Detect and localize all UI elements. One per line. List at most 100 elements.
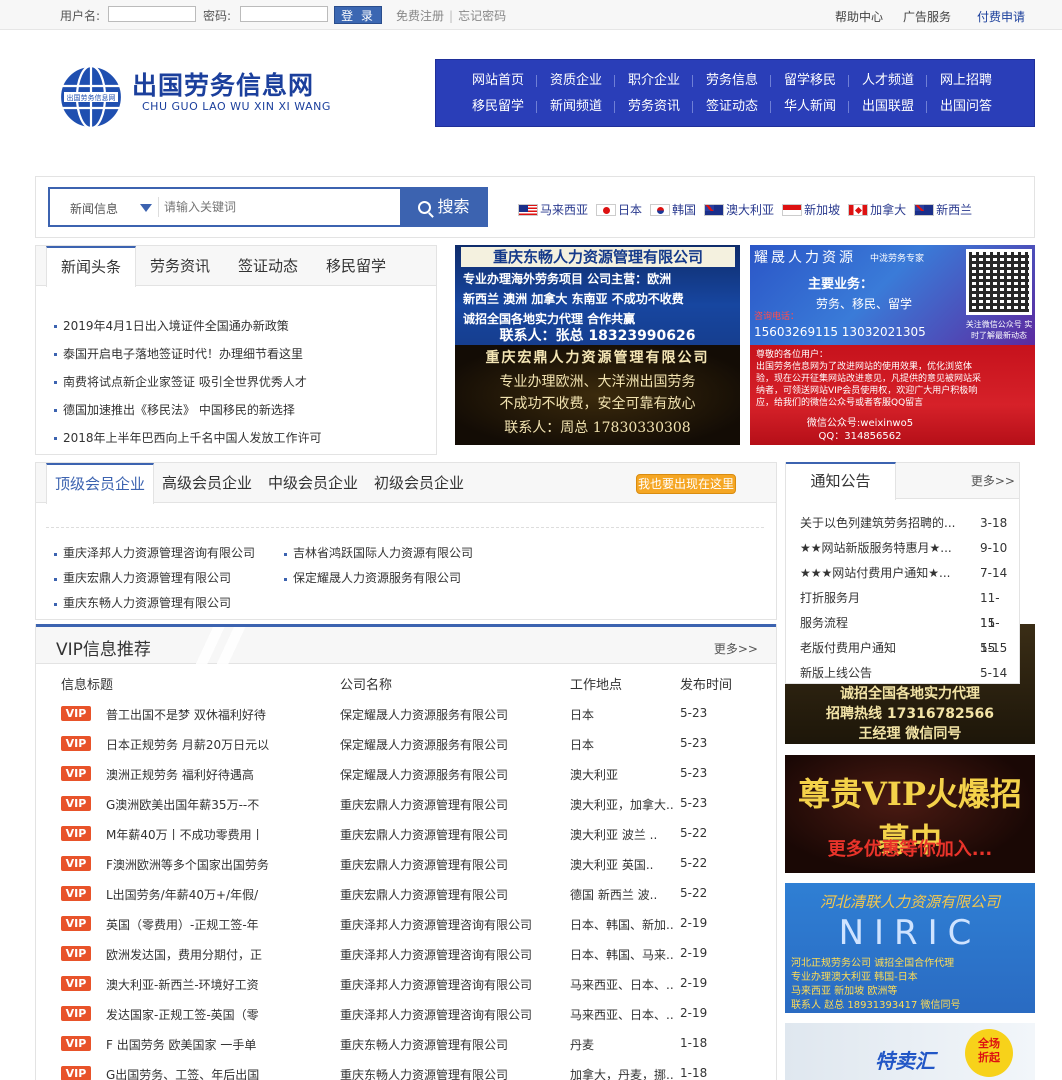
vip-row-company[interactable]: 保定耀晟人力资源服务有限公司: [340, 736, 550, 753]
vip-row-company[interactable]: 重庆宏鼎人力资源管理有限公司: [340, 826, 550, 843]
flag-link-australia[interactable]: 澳大利亚: [704, 201, 774, 218]
vip-row-title[interactable]: L出国劳务/年薪40万+/年假/: [106, 886, 306, 903]
tab-mid-members[interactable]: 中级会员企业: [260, 463, 366, 502]
notice-item[interactable]: 老版付费用户通知 5-15: [800, 636, 1010, 661]
vip-row-title[interactable]: F 出国劳务 欧美国家 一手单: [106, 1036, 306, 1053]
vip-row-company[interactable]: 重庆东畅人力资源管理有限公司: [340, 1066, 550, 1080]
vip-row-company[interactable]: 重庆宏鼎人力资源管理有限公司: [340, 856, 550, 873]
vip-more-link[interactable]: 更多>>: [714, 640, 758, 657]
nav-item[interactable]: 新闻频道: [537, 94, 615, 120]
nav-item[interactable]: 出国问答: [927, 94, 1005, 120]
flag-link-japan[interactable]: 日本: [596, 201, 642, 218]
search-category-select[interactable]: 新闻信息: [70, 200, 118, 217]
vip-row-company[interactable]: 重庆泽邦人力资源管理咨询有限公司: [340, 1006, 550, 1023]
notice-item[interactable]: ★★★网站付费用户通知★... 7-14: [800, 561, 1010, 586]
search-input[interactable]: [164, 195, 394, 219]
vip-row-company[interactable]: 重庆宏鼎人力资源管理有限公司: [340, 796, 550, 813]
nav-item[interactable]: 资质企业: [537, 68, 615, 94]
tab-news-headlines[interactable]: 新闻头条: [46, 246, 137, 287]
nav-item[interactable]: 网站首页: [459, 68, 537, 94]
flag-link-new-zealand[interactable]: 新西兰: [914, 201, 972, 218]
vip-row-title[interactable]: 欧洲发达国，费用分期付，正: [106, 946, 306, 963]
ad-hebei-qinglian[interactable]: 河北清联人力资源有限公司 NIRIC 河北正规劳务公司 诚招全国合作代理 专业办…: [785, 883, 1035, 1013]
vip-row-title[interactable]: G出国劳务、工签、年后出国: [106, 1066, 306, 1080]
notice-item[interactable]: 打折服务月 11-15: [800, 586, 1010, 630]
vip-row-title[interactable]: M年薪40万丨不成功零费用丨: [106, 826, 306, 843]
table-row[interactable]: VIP 澳洲正规劳务 福利好待遇高 保定耀晟人力资源服务有限公司 澳大利亚 5-23: [36, 758, 776, 788]
member-company-link[interactable]: 重庆宏鼎人力资源管理有限公司: [54, 566, 255, 591]
logo-globe-icon[interactable]: 出国劳务信息网: [58, 64, 124, 130]
flag-link-canada[interactable]: 加拿大: [848, 201, 906, 218]
table-row[interactable]: VIP 欧洲发达国，费用分期付，正 重庆泽邦人力资源管理咨询有限公司 日本、韩国、马来…: [36, 938, 776, 968]
paid-apply-link[interactable]: 付费申请: [977, 8, 1025, 25]
chevron-down-icon[interactable]: [140, 204, 152, 212]
table-row[interactable]: VIP 普工出国不是梦 双休福利好待 保定耀晟人力资源服务有限公司 日本 5-23: [36, 698, 776, 728]
news-item[interactable]: 德国加速推出《移民法》 中国移民的新选择: [54, 396, 322, 424]
news-item[interactable]: 2019年4月1日出入境证件全国通办新政策: [54, 312, 322, 340]
ad-banner-dongchang[interactable]: 重庆东畅人力资源管理有限公司 专业办理海外劳务项目 公司主营：欧洲 新西兰 澳洲…: [455, 245, 740, 345]
tab-immigration-study[interactable]: 移民留学: [312, 246, 400, 285]
vip-row-company[interactable]: 重庆泽邦人力资源管理咨询有限公司: [340, 976, 550, 993]
ad-vip-recruit[interactable]: 尊贵VIP火爆招募中 更多优惠等你加入...: [785, 755, 1035, 873]
table-row[interactable]: VIP F澳洲欧洲等多个国家出国劳务 重庆宏鼎人力资源管理有限公司 澳大利亚 英国..…: [36, 848, 776, 878]
ad-banner-feedback[interactable]: 尊敬的各位用户： 出国劳务信息网为了改进网站的使用效果，优化浏览体验，现在公开征…: [750, 345, 1035, 445]
table-row[interactable]: VIP G澳洲欧美出国年薪35万--不 重庆宏鼎人力资源管理有限公司 澳大利亚，加拿大…: [36, 788, 776, 818]
flag-link-singapore[interactable]: 新加坡: [782, 201, 840, 218]
username-input[interactable]: [108, 6, 196, 22]
nav-item[interactable]: 签证动态: [693, 94, 771, 120]
table-row[interactable]: VIP 澳大利亚-新西兰-环境好工资 重庆泽邦人力资源管理咨询有限公司 马来西亚、日本…: [36, 968, 776, 998]
notice-item[interactable]: 关于以色列建筑劳务招聘的... 3-18: [800, 511, 1010, 536]
vip-row-title[interactable]: F澳洲欧洲等多个国家出国劳务: [106, 856, 306, 873]
vip-row-company[interactable]: 保定耀晟人力资源服务有限公司: [340, 766, 550, 783]
member-company-link[interactable]: 重庆东畅人力资源管理有限公司: [54, 591, 255, 616]
member-company-link[interactable]: 保定耀晟人力资源服务有限公司: [284, 566, 473, 591]
table-row[interactable]: VIP 英国（零费用）-正规工签-年 重庆泽邦人力资源管理咨询有限公司 日本、韩国、新…: [36, 908, 776, 938]
nav-item[interactable]: 移民留学: [459, 94, 537, 120]
forgot-password-link[interactable]: 忘记密码: [458, 9, 506, 23]
ad-banner-hongding[interactable]: 重庆宏鼎人力资源管理有限公司 专业办理欧洲、大洋洲出国劳务 不成功不收费，安全可…: [455, 345, 740, 445]
table-row[interactable]: VIP F 出国劳务 欧美国家 一手单 重庆东畅人力资源管理有限公司 丹麦 1-18: [36, 1028, 776, 1058]
login-button[interactable]: 登 录: [334, 6, 382, 24]
table-row[interactable]: VIP L出国劳务/年薪40万+/年假/重庆宏鼎人力资源管理有限公司 德国 新西兰 …: [36, 878, 776, 908]
vip-row-company[interactable]: 保定耀晟人力资源服务有限公司: [340, 706, 550, 723]
vip-row-company[interactable]: 重庆东畅人力资源管理有限公司: [340, 1036, 550, 1053]
nav-item[interactable]: 人才频道: [849, 68, 927, 94]
ad-service-link[interactable]: 广告服务: [903, 8, 951, 25]
nav-item[interactable]: 网上招聘: [927, 68, 1005, 94]
notice-item[interactable]: ★★网站新版服务特惠月★... 9-10: [800, 536, 1010, 561]
vip-row-title[interactable]: 日本正规劳务 月薪20万日元以: [106, 736, 306, 753]
ad-banner-yaosheng[interactable]: 耀晟人力资源 中泷劳务专家 主要业务： 劳务、移民、留学 咨询电话： 15603…: [750, 245, 1035, 345]
nav-item[interactable]: 华人新闻: [771, 94, 849, 120]
vip-row-title[interactable]: 英国（零费用）-正规工签-年: [106, 916, 306, 933]
help-center-link[interactable]: 帮助中心: [835, 8, 883, 25]
vip-row-title[interactable]: G澳洲欧美出国年薪35万--不: [106, 796, 306, 813]
logo[interactable]: 出国劳务信息网 CHU GUO LAO WU XIN XI WANG: [132, 72, 331, 114]
notice-more-link[interactable]: 更多>>: [971, 472, 1015, 489]
ad-flash-sale[interactable]: 特卖汇 全场 折起: [785, 1023, 1035, 1080]
news-item[interactable]: 2018年上半年巴西向上千名中国人发放工作许可: [54, 424, 322, 452]
tab-senior-members[interactable]: 高级会员企业: [154, 463, 260, 502]
news-item[interactable]: 泰国开启电子落地签证时代！办理细节看这里: [54, 340, 322, 368]
vip-row-title[interactable]: 澳大利亚-新西兰-环境好工资: [106, 976, 306, 993]
table-row[interactable]: VIP G出国劳务、工签、年后出国 重庆东畅人力资源管理有限公司 加拿大，丹麦，挪..…: [36, 1058, 776, 1080]
nav-item[interactable]: 劳务信息: [693, 68, 771, 94]
notice-item[interactable]: 新版上线公告 5-14: [800, 661, 1010, 686]
search-button[interactable]: 搜索: [400, 187, 488, 227]
tab-top-members[interactable]: 顶级会员企业: [46, 463, 155, 504]
flag-link-malaysia[interactable]: 马来西亚: [518, 201, 588, 218]
table-row[interactable]: VIP M年薪40万丨不成功零费用丨 重庆宏鼎人力资源管理有限公司 澳大利亚 波兰 .…: [36, 818, 776, 848]
nav-item[interactable]: 职介企业: [615, 68, 693, 94]
nav-item[interactable]: 劳务资讯: [615, 94, 693, 120]
vip-row-title[interactable]: 发达国家-正规工签-英国（零: [106, 1006, 306, 1023]
member-company-link[interactable]: 吉林省鸿跃国际人力资源有限公司: [284, 541, 473, 566]
news-item[interactable]: 南费将试点新企业家签证 吸引全世界优秀人才: [54, 368, 322, 396]
password-input[interactable]: [240, 6, 328, 22]
nav-item[interactable]: 出国联盟: [849, 94, 927, 120]
flag-link-korea[interactable]: 韩国: [650, 201, 696, 218]
table-row[interactable]: VIP 日本正规劳务 月薪20万日元以 保定耀晟人力资源服务有限公司 日本 5-23: [36, 728, 776, 758]
tab-junior-members[interactable]: 初级会员企业: [366, 463, 472, 502]
notice-item[interactable]: 服务流程 11-15: [800, 611, 1010, 655]
tab-labor-news[interactable]: 劳务资讯: [136, 246, 224, 285]
register-link[interactable]: 免费注册: [396, 9, 444, 23]
vip-row-company[interactable]: 重庆宏鼎人力资源管理有限公司: [340, 886, 550, 903]
